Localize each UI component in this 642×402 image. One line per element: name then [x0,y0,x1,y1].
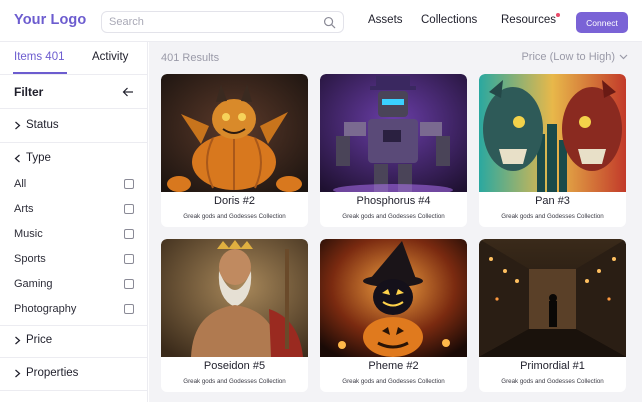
chevron-right-icon [15,369,21,377]
card-title: Primordial #1 [520,360,585,372]
nft-card[interactable]: Pan #3 Greak gods and Godesses Collectio… [479,74,626,227]
card-title: Pan #3 [535,195,570,207]
nft-card[interactable]: Pheme #2 Greak gods and Godesses Collect… [320,239,467,392]
card-image-twin-demons [479,74,626,192]
type-option-gaming: Gaming [14,278,53,290]
nft-card[interactable]: Poseidon #5 Greak gods and Godesses Coll… [161,239,308,392]
sidebar: Items 401 Activity Filter Status Type Al… [0,42,148,402]
card-image-bearded-god [161,239,308,357]
chevron-down-icon [619,54,628,60]
checkbox-arts[interactable] [124,204,134,214]
card-collection: Greak gods and Godesses Collection [183,213,286,220]
section-properties[interactable]: Properties [14,367,78,379]
arrow-left-icon[interactable] [122,86,134,98]
section-properties-label: Properties [26,367,79,379]
nft-card[interactable]: Primordial #1 Greak gods and Godesses Co… [479,239,626,392]
section-status-label: Status [26,119,59,131]
logo[interactable]: Your Logo [14,12,86,28]
card-collection: Greak gods and Godesses Collection [342,378,445,385]
results-area: 401 Results Price (Low to High) Doris #2… [149,42,642,402]
checkbox-sports[interactable] [124,254,134,264]
card-title: Pheme #2 [368,360,419,372]
card-title: Poseidon #5 [203,360,266,372]
section-type-label: Type [26,152,51,164]
nft-card[interactable]: Phosphorus #4 Greak gods and Godesses Co… [320,74,467,227]
divider [0,390,148,391]
search-icon[interactable] [323,16,336,29]
connect-button[interactable]: Connect [576,12,628,33]
checkbox-gaming[interactable] [124,279,134,289]
card-title: Phosphorus #4 [356,195,431,207]
card-image-purple-robot [320,74,467,192]
chevron-right-icon [15,336,21,344]
card-collection: Greak gods and Godesses Collection [183,378,286,385]
type-option-sports: Sports [14,253,46,265]
search-input[interactable] [102,12,322,32]
chevron-left-icon [14,154,20,162]
sort-label: Price (Low to High) [521,51,615,63]
divider [0,74,148,75]
tab-activity[interactable]: Activity [92,51,128,63]
card-image-witch-pumpkin [320,239,467,357]
sort-dropdown[interactable]: Price (Low to High) [521,51,628,63]
card-image-pumpkin-dragon [161,74,308,192]
nav-assets[interactable]: Assets [368,14,403,26]
card-collection: Greak gods and Godesses Collection [501,213,604,220]
tab-items[interactable]: Items 401 [14,51,65,63]
checkbox-all[interactable] [124,179,134,189]
divider [0,357,148,358]
section-price[interactable]: Price [14,334,52,346]
results-count: 401 Results [161,52,220,64]
nft-card[interactable]: Doris #2 Greak gods and Godesses Collect… [161,74,308,227]
card-image-dark-city-street [479,239,626,357]
card-collection: Greak gods and Godesses Collection [501,378,604,385]
filter-title: Filter [14,85,44,99]
checkbox-photography[interactable] [124,304,134,314]
checkbox-music[interactable] [124,229,134,239]
divider [0,325,148,326]
type-option-music: Music [14,228,43,240]
type-option-arts: Arts [14,203,34,215]
card-collection: Greak gods and Godesses Collection [342,213,445,220]
chevron-right-icon [15,121,21,129]
section-status[interactable]: Status [14,119,59,131]
notification-dot [556,13,560,17]
top-header: Your Logo Assets Collections Resources C… [0,0,642,42]
section-price-label: Price [26,334,53,346]
divider [0,108,148,109]
search-box[interactable] [101,11,344,33]
card-title: Doris #2 [214,195,255,207]
type-option-photography: Photography [14,303,77,315]
divider [0,142,148,143]
section-type[interactable]: Type [14,152,51,164]
type-option-all: All [14,178,27,190]
nav-resources[interactable]: Resources [501,14,556,26]
nav-collections[interactable]: Collections [421,14,477,26]
